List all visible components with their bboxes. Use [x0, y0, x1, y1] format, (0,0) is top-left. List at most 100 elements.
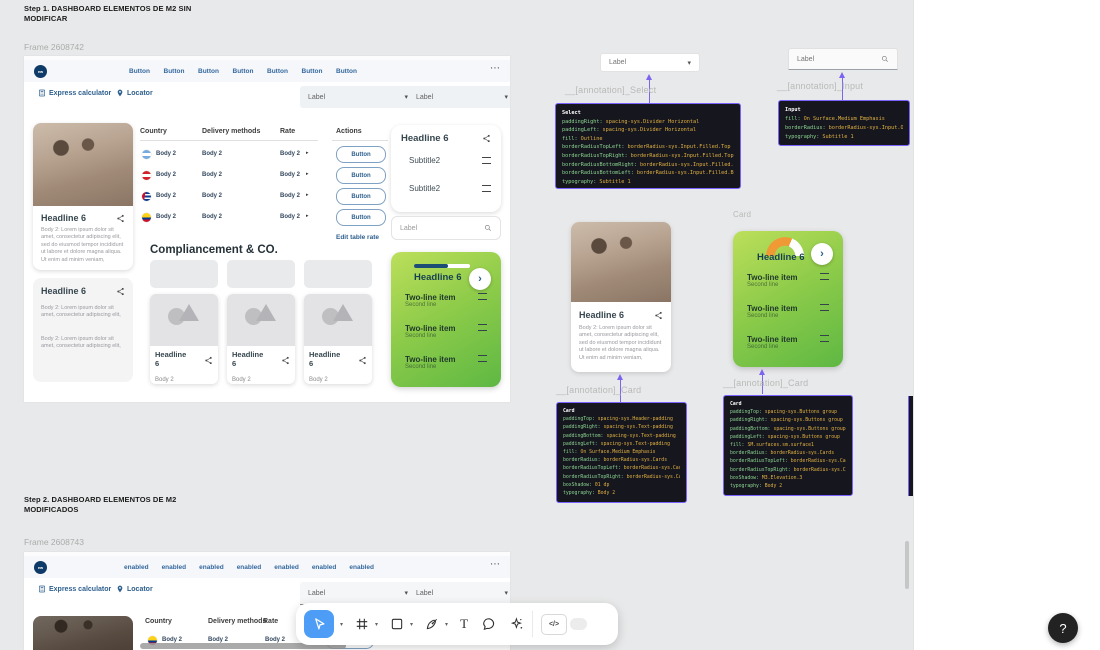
drag-handle-icon[interactable] — [820, 273, 829, 280]
express-calculator-link[interactable]: Express calculator — [38, 89, 111, 97]
toggle-track[interactable] — [570, 618, 587, 630]
drag-handle-icon[interactable] — [478, 355, 487, 362]
design-canvas[interactable]: Step 1. DASHBOARD ELEMENTOS DE M2 SIN MO… — [0, 0, 913, 650]
caret-down-icon[interactable]: ▾ — [340, 621, 343, 628]
row-button[interactable]: Button — [336, 146, 386, 163]
arrow-right-icon[interactable]: ▸ — [306, 192, 309, 198]
drag-handle-icon[interactable] — [482, 185, 491, 192]
caret-down-icon[interactable]: ▾ — [410, 621, 413, 628]
nav-button[interactable]: enabled — [124, 564, 149, 571]
share-icon[interactable] — [204, 356, 213, 365]
nav-button[interactable]: enabled — [312, 564, 337, 571]
label-select-2[interactable]: Label ▾ — [408, 582, 510, 605]
nav-button[interactable]: enabled — [199, 564, 224, 571]
nav-button[interactable]: enabled — [274, 564, 299, 571]
table-row[interactable]: Body 2 Body 2 Body 2 ▸ Button — [140, 188, 388, 209]
drag-handle-icon[interactable] — [482, 157, 491, 164]
list-item[interactable]: Subtitle2 — [409, 184, 440, 193]
help-button[interactable]: ? — [1048, 613, 1078, 643]
nav-button[interactable]: Button — [233, 68, 254, 75]
actions-tool-button[interactable] — [510, 617, 524, 631]
drag-handle-icon[interactable] — [820, 335, 829, 342]
row-button[interactable]: Button — [336, 188, 386, 205]
more-icon[interactable]: ⋯ — [490, 63, 500, 74]
edit-table-rate-link[interactable]: Edit table rate — [336, 234, 379, 241]
locator-link[interactable]: Locator — [116, 89, 153, 97]
list-item[interactable]: Two-line item — [405, 324, 456, 333]
search-input[interactable]: Label — [391, 216, 501, 240]
next-button[interactable]: › — [811, 243, 833, 265]
annotated-green-card[interactable]: Headline 6 › Two-line item Second line T… — [733, 231, 843, 367]
card-frame-label[interactable]: Card — [733, 210, 751, 219]
annotated-select[interactable]: Label ▾ — [600, 53, 700, 72]
locator-link[interactable]: Locator — [116, 585, 153, 593]
media-card[interactable]: Headline 6 Body 2 — [227, 294, 295, 384]
row-button[interactable]: Button — [336, 209, 386, 226]
photo-card[interactable]: Headline 6 Body 2: Lorem ipsum dolor sit… — [33, 123, 133, 270]
code-title: Select — [562, 109, 734, 118]
arrow-right-icon[interactable]: ▸ — [306, 213, 309, 219]
table-row[interactable]: Body 2 Body 2 Body 2 ▸ Button — [140, 167, 388, 188]
list-item[interactable]: Two-line item — [405, 293, 456, 302]
arrow-right-icon[interactable]: ▸ — [306, 171, 309, 177]
nav-button[interactable]: Button — [129, 68, 150, 75]
image-placeholder-icon — [150, 294, 218, 346]
nav-button[interactable]: Button — [267, 68, 288, 75]
express-calculator-link[interactable]: Express calculator — [38, 585, 111, 593]
arrow-right-icon[interactable]: ▸ — [306, 150, 309, 156]
dev-mode-toggle[interactable]: </> — [541, 614, 587, 635]
table-row[interactable]: Body 2 Body 2 Body 2 ▸ Button — [140, 209, 388, 230]
label-select-1[interactable]: Label ▾ — [300, 582, 416, 605]
list-item[interactable]: Two-line item — [405, 355, 456, 364]
caret-down-icon[interactable]: ▾ — [445, 621, 448, 628]
nav-button[interactable]: Button — [164, 68, 185, 75]
drag-handle-icon[interactable] — [820, 304, 829, 311]
gray-text-card[interactable]: Headline 6 Body 2: Lorem ipsum dolor sit… — [33, 278, 133, 382]
frame1-label[interactable]: Frame 2608742 — [24, 42, 84, 52]
media-card[interactable]: Headline 6 Body 2 — [304, 294, 372, 384]
share-icon[interactable] — [116, 287, 125, 296]
caret-down-icon[interactable]: ▾ — [375, 621, 378, 628]
list-item[interactable]: Two-line item — [747, 273, 798, 282]
media-card[interactable]: Headline 6 Body 2 — [150, 294, 218, 384]
list-item[interactable]: Two-line item — [747, 304, 798, 313]
nav-button[interactable]: enabled — [349, 564, 374, 571]
frame-tool-button[interactable] — [355, 617, 369, 631]
drag-handle-icon[interactable] — [478, 324, 487, 331]
row-button[interactable]: Button — [336, 167, 386, 184]
next-button[interactable]: › — [469, 268, 491, 290]
nav-button[interactable]: enabled — [162, 564, 187, 571]
col-rate: Rate — [280, 128, 295, 135]
nav-button[interactable]: Button — [336, 68, 357, 75]
list-item[interactable]: Subtitle2 — [409, 156, 440, 165]
share-icon[interactable] — [654, 311, 663, 320]
label-select-2[interactable]: Label ▾ — [408, 86, 510, 108]
nav-button[interactable]: Button — [198, 68, 219, 75]
drag-handle-icon[interactable] — [478, 293, 487, 300]
frame-2608742[interactable]: ew Button Button Button Button Button Bu… — [24, 56, 510, 402]
pen-tool-button[interactable] — [425, 617, 439, 631]
nav-button[interactable]: Button — [302, 68, 323, 75]
label-select-1[interactable]: Label ▾ — [300, 86, 416, 108]
canvas-scrollbar[interactable] — [905, 541, 909, 589]
green-progress-card[interactable]: Headline 6 › Two-line item Second line T… — [391, 252, 501, 387]
comment-tool-button[interactable] — [482, 617, 496, 631]
move-tool-button[interactable] — [304, 610, 334, 638]
placeholder-box — [150, 260, 218, 288]
card-title: Headline 6 — [41, 213, 86, 223]
share-icon[interactable] — [116, 214, 125, 223]
annotated-photo-card[interactable]: Headline 6 Body 2: Lorem ipsum dolor sit… — [571, 222, 671, 372]
share-icon[interactable] — [281, 356, 290, 365]
more-icon[interactable]: ⋯ — [490, 559, 500, 570]
frame2-label[interactable]: Frame 2608743 — [24, 537, 84, 547]
share-icon[interactable] — [482, 134, 491, 143]
nav-button[interactable]: enabled — [237, 564, 262, 571]
shape-tool-button[interactable] — [390, 617, 404, 631]
list-item[interactable]: Two-line item — [747, 335, 798, 344]
list-card[interactable]: Headline 6 Subtitle2 Subtitle2 — [391, 125, 501, 212]
annotated-input[interactable]: Label — [788, 48, 898, 70]
share-icon[interactable] — [358, 356, 367, 365]
search-icon[interactable] — [484, 224, 492, 232]
table-row[interactable]: Body 2 Body 2 Body 2 ▸ Button — [140, 146, 388, 167]
text-tool-button[interactable]: T — [460, 616, 468, 632]
